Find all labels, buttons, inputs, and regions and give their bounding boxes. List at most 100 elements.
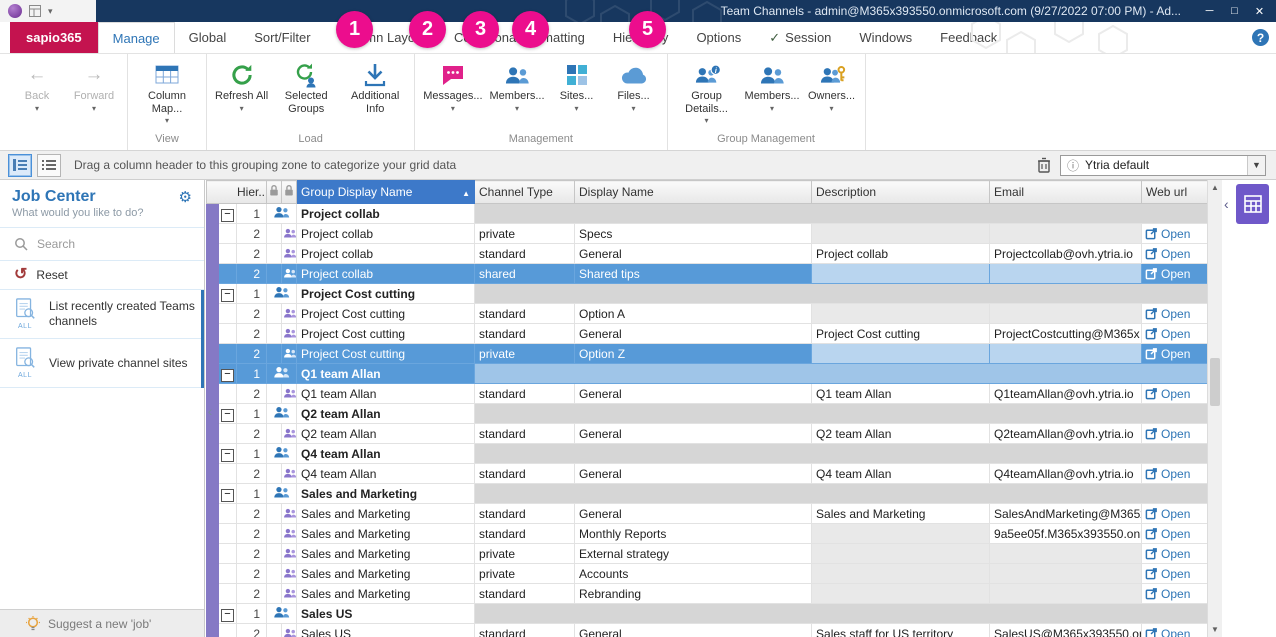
collapse-toggle-icon[interactable]: −: [221, 209, 234, 222]
open-weburl-link[interactable]: Open: [1142, 544, 1208, 564]
column-header-lock-2[interactable]: [282, 181, 297, 204]
vertical-scrollbar[interactable]: ▲ ▼: [1207, 180, 1222, 637]
column-header-lock-1[interactable]: [267, 181, 282, 204]
group-row[interactable]: −1Q4 team Allan: [207, 444, 1208, 464]
minimize-button[interactable]: ─: [1197, 5, 1222, 18]
members-button[interactable]: Members... ▾: [487, 58, 548, 115]
owners-button[interactable]: Owners... ▾: [804, 58, 860, 115]
open-weburl-link[interactable]: Open: [1142, 264, 1208, 284]
group-row[interactable]: −1Sales and Marketing: [207, 484, 1208, 504]
grid-view-selector[interactable]: ⓘ Ytria default ▼: [1060, 155, 1266, 176]
messages-button[interactable]: Messages... ▾: [420, 58, 485, 115]
column-header-web-url[interactable]: Web url: [1142, 181, 1208, 204]
collapse-toggle-icon[interactable]: −: [221, 289, 234, 302]
open-weburl-link[interactable]: Open: [1142, 424, 1208, 444]
sidebar-collapse-chevron[interactable]: ‹: [204, 398, 216, 424]
back-button[interactable]: ← Back ▾: [9, 58, 65, 115]
channel-row[interactable]: 2Project Cost cuttingstandardOption AOpe…: [207, 304, 1208, 324]
channel-row[interactable]: 2Sales USstandardGeneralSales staff for …: [207, 624, 1208, 637]
group-members-button[interactable]: Members... ▾: [742, 58, 803, 115]
selected-groups-button[interactable]: Selected Groups: [272, 58, 340, 127]
qat-dropdown-icon[interactable]: ▾: [48, 6, 53, 17]
open-weburl-link[interactable]: Open: [1142, 304, 1208, 324]
tab-sapio365[interactable]: sapio365: [10, 22, 98, 53]
close-button[interactable]: ✕: [1247, 5, 1272, 18]
suggest-job-button[interactable]: Suggest a new 'job': [0, 609, 204, 637]
collapse-toggle-icon[interactable]: −: [221, 369, 234, 382]
open-weburl-link[interactable]: Open: [1142, 344, 1208, 364]
open-weburl-link[interactable]: Open: [1142, 504, 1208, 524]
tab-manage[interactable]: Manage: [98, 22, 175, 53]
channel-row[interactable]: 2Sales and MarketingprivateAccountsOpen: [207, 564, 1208, 584]
channel-row[interactable]: 2Project collabsharedShared tipsOpen: [207, 264, 1208, 284]
open-weburl-link[interactable]: Open: [1142, 624, 1208, 637]
refresh-all-button[interactable]: Refresh All ▾: [212, 58, 271, 115]
gear-icon[interactable]: ⚙: [179, 188, 192, 206]
channel-row[interactable]: 2Sales and MarketingstandardRebrandingOp…: [207, 584, 1208, 604]
help-button[interactable]: ?: [1252, 29, 1269, 46]
open-weburl-link[interactable]: Open: [1142, 324, 1208, 344]
channel-row[interactable]: 2Project collabstandardGeneralProject co…: [207, 244, 1208, 264]
open-weburl-link[interactable]: Open: [1142, 564, 1208, 584]
window-grid-icon[interactable]: [29, 5, 41, 17]
channel-row[interactable]: 2Sales and MarketingstandardGeneralSales…: [207, 504, 1208, 524]
trash-icon[interactable]: [1033, 155, 1055, 176]
reset-button[interactable]: ↺ Reset: [0, 261, 204, 290]
channel-row[interactable]: 2Q2 team AllanstandardGeneralQ2 team All…: [207, 424, 1208, 444]
group-row[interactable]: −1Q2 team Allan: [207, 404, 1208, 424]
grid-grouping-view-toggle[interactable]: [8, 154, 32, 177]
open-weburl-link[interactable]: Open: [1142, 244, 1208, 264]
open-weburl-link[interactable]: Open: [1142, 524, 1208, 544]
expand-cell[interactable]: −: [219, 284, 237, 304]
files-button[interactable]: Files... ▾: [606, 58, 662, 115]
scroll-down-icon[interactable]: ▼: [1208, 622, 1222, 637]
expand-cell[interactable]: −: [219, 444, 237, 464]
collapse-toggle-icon[interactable]: −: [221, 449, 234, 462]
right-panel-grid-button[interactable]: [1236, 184, 1269, 224]
column-header-group-display-name[interactable]: Group Display Name▲: [297, 181, 475, 204]
column-header-display-name[interactable]: Display Name: [575, 181, 812, 204]
additional-info-button[interactable]: Additional Info: [341, 58, 409, 127]
collapse-toggle-icon[interactable]: −: [221, 489, 234, 502]
right-panel-collapse-chevron[interactable]: ‹: [1224, 196, 1229, 212]
channel-row[interactable]: 2Sales and MarketingprivateExternal stra…: [207, 544, 1208, 564]
job-item[interactable]: ALLView private channel sites: [0, 339, 201, 388]
column-header-channel-type[interactable]: Channel Type: [475, 181, 575, 204]
expand-cell[interactable]: −: [219, 604, 237, 624]
group-row[interactable]: −1Project collab: [207, 204, 1208, 224]
column-header-hierarchy[interactable]: Hier...: [207, 181, 267, 204]
collapse-toggle-icon[interactable]: −: [221, 409, 234, 422]
open-weburl-link[interactable]: Open: [1142, 224, 1208, 244]
group-row[interactable]: −1Q1 team Allan: [207, 364, 1208, 384]
scrollbar-thumb[interactable]: [1210, 358, 1220, 406]
sites-button[interactable]: Sites... ▾: [549, 58, 605, 115]
tab-global[interactable]: Global: [175, 22, 241, 53]
expand-cell[interactable]: −: [219, 364, 237, 384]
column-map-button[interactable]: Column Map... ▾: [133, 58, 201, 127]
expand-cell[interactable]: −: [219, 404, 237, 424]
grid-flat-view-toggle[interactable]: [37, 154, 61, 177]
group-details-button[interactable]: i Group Details... ▾: [673, 58, 741, 127]
job-item[interactable]: ALLList recently created Teams channels: [0, 290, 201, 339]
group-row[interactable]: −1Sales US: [207, 604, 1208, 624]
forward-button[interactable]: → Forward ▾: [66, 58, 122, 115]
open-weburl-link[interactable]: Open: [1142, 584, 1208, 604]
channel-row[interactable]: 2Q1 team AllanstandardGeneralQ1 team All…: [207, 384, 1208, 404]
tab-session[interactable]: ✓Session: [755, 22, 845, 53]
expand-cell[interactable]: −: [219, 204, 237, 224]
expand-cell[interactable]: −: [219, 484, 237, 504]
channel-row[interactable]: 2Project Cost cuttingprivateOption ZOpen: [207, 344, 1208, 364]
scroll-up-icon[interactable]: ▲: [1208, 180, 1222, 195]
maximize-button[interactable]: □: [1222, 5, 1247, 18]
open-weburl-link[interactable]: Open: [1142, 464, 1208, 484]
sapio365-logo-icon[interactable]: [8, 4, 22, 18]
column-header-email[interactable]: Email: [990, 181, 1142, 204]
collapse-toggle-icon[interactable]: −: [221, 609, 234, 622]
group-row[interactable]: −1Project Cost cutting: [207, 284, 1208, 304]
view-selector-dropdown-icon[interactable]: ▼: [1247, 156, 1265, 175]
channel-row[interactable]: 2Project Cost cuttingstandardGeneralProj…: [207, 324, 1208, 344]
channel-row[interactable]: 2Q4 team AllanstandardGeneralQ4 team All…: [207, 464, 1208, 484]
search-input[interactable]: Search: [0, 227, 204, 261]
tab-windows[interactable]: Windows: [845, 22, 926, 53]
column-header-description[interactable]: Description: [812, 181, 990, 204]
